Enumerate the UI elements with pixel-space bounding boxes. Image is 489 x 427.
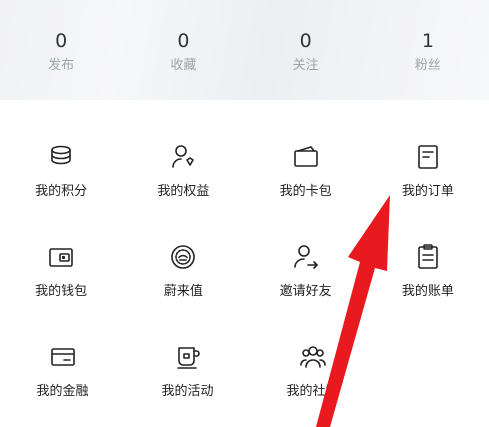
order-document-icon	[413, 142, 443, 172]
menu-item-benefits-label: 我的权益	[157, 184, 210, 199]
menu-item-invite-friends-label: 邀请好友	[279, 284, 332, 299]
menu-row: 我的金融 我的活动 我的社群	[0, 330, 489, 427]
menu-item-card-wallet-label: 我的卡包	[279, 184, 332, 199]
stat-followers-label: 粉丝	[414, 58, 441, 73]
menu-item-orders-label: 我的订单	[401, 184, 454, 199]
stat-favorites[interactable]: 0 收藏	[122, 0, 244, 100]
stats-bar: 0 发布 0 收藏 0 关注 1 粉丝	[0, 0, 489, 100]
user-badge-icon	[168, 142, 198, 172]
menu-item-activities[interactable]: 我的活动	[125, 330, 250, 427]
menu-item-nio-value[interactable]: 蔚来值	[122, 230, 244, 330]
menu-item-community-label: 我的社群	[286, 384, 339, 399]
stat-followers-count: 1	[421, 30, 434, 52]
coins-stack-icon	[46, 142, 76, 172]
profile-page: 0 发布 0 收藏 0 关注 1 粉丝 我的积分 我的权益 我的卡包 我的订单 …	[0, 0, 489, 427]
stat-posts-label: 发布	[48, 58, 75, 73]
stat-following-count: 0	[299, 30, 312, 52]
stat-favorites-count: 0	[177, 30, 190, 52]
stat-posts[interactable]: 0 发布	[0, 0, 122, 100]
menu-row: 我的积分 我的权益 我的卡包 我的订单	[0, 130, 489, 230]
menu-item-community[interactable]: 我的社群	[250, 330, 375, 427]
stat-following-label: 关注	[292, 58, 319, 73]
menu-item-benefits[interactable]: 我的权益	[122, 130, 244, 230]
stat-followers[interactable]: 1 粉丝	[367, 0, 489, 100]
menu-item-bills[interactable]: 我的账单	[367, 230, 489, 330]
menu-item-points[interactable]: 我的积分	[0, 130, 122, 230]
menu-item-finance-label: 我的金融	[36, 384, 89, 399]
menu-item-bills-label: 我的账单	[401, 284, 454, 299]
wallet-icon	[46, 242, 76, 272]
wallet-card-icon	[291, 142, 321, 172]
nio-value-badge-icon	[168, 242, 198, 272]
menu-item-wallet[interactable]: 我的钱包	[0, 230, 122, 330]
stat-following[interactable]: 0 关注	[245, 0, 367, 100]
menu-item-points-label: 我的积分	[35, 184, 88, 199]
stat-posts-count: 0	[55, 30, 68, 52]
stat-favorites-label: 收藏	[170, 58, 197, 73]
activity-cup-icon	[173, 342, 203, 372]
menu-item-card-wallet[interactable]: 我的卡包	[245, 130, 367, 230]
menu-item-wallet-label: 我的钱包	[35, 284, 88, 299]
menu-item-nio-value-label: 蔚来值	[163, 284, 203, 299]
menu-item-finance[interactable]: 我的金融	[0, 330, 125, 427]
menu-item-activities-label: 我的活动	[161, 384, 214, 399]
bill-clipboard-icon	[413, 242, 443, 272]
service-menu-grid: 我的积分 我的权益 我的卡包 我的订单 我的钱包 蔚来值 邀请好友 我的账单 我…	[0, 130, 489, 427]
menu-item-invite-friends[interactable]: 邀请好友	[245, 230, 367, 330]
menu-item-orders[interactable]: 我的订单	[367, 130, 489, 230]
community-users-icon	[298, 342, 328, 372]
menu-row: 我的钱包 蔚来值 邀请好友 我的账单	[0, 230, 489, 330]
invite-user-icon	[291, 242, 321, 272]
finance-card-icon	[48, 342, 78, 372]
